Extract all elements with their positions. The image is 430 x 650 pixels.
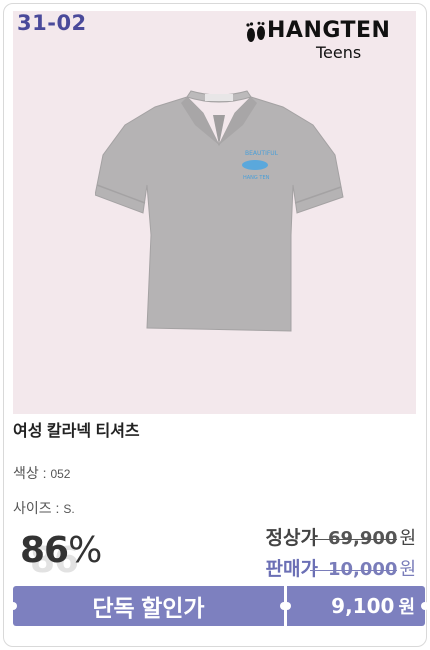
size-label: 사이즈 : <box>13 500 64 516</box>
brand-logo: HANGTEN Teens <box>245 18 415 66</box>
regular-price-value: 69,900 <box>309 528 398 549</box>
color-attribute: 색상 : 052 <box>13 463 70 483</box>
discount-number: 86 <box>20 530 69 571</box>
svg-text:BEAUTIFUL: BEAUTIFUL <box>245 150 279 157</box>
product-code: 31-02 <box>17 11 87 35</box>
discount-symbol: % <box>68 530 102 571</box>
svg-text:HANG TEN: HANG TEN <box>243 175 270 181</box>
sale-price-row: 판매가 10,000 원 <box>265 554 416 580</box>
footprints-logo-icon <box>246 21 265 42</box>
ticket-notch-left <box>9 602 17 610</box>
regular-price-currency: 원 <box>399 528 416 548</box>
discount-rate: 86 86% <box>20 530 140 586</box>
final-price-currency: 원 <box>398 597 415 617</box>
regular-price-label: 정상가 <box>265 528 318 549</box>
exclusive-label: 단독 할인가 <box>92 595 205 621</box>
discount-value: 86% <box>20 530 102 571</box>
size-value: S. <box>63 502 75 516</box>
exclusive-price-banner[interactable]: 단독 할인가 9,100 원 <box>9 586 429 626</box>
sale-price-label: 판매가 <box>265 559 318 580</box>
size-attribute: 사이즈 : S. <box>13 498 75 518</box>
exclusive-label-block[interactable]: 단독 할인가 <box>13 586 284 626</box>
final-price-value: 9,100 <box>331 594 395 618</box>
sale-price-currency: 원 <box>399 559 416 579</box>
product-name: 여성 칼라넥 티셔츠 <box>13 423 140 440</box>
final-price: 9,100 원 <box>331 586 415 626</box>
brand-subline: Teens <box>316 43 362 62</box>
polo-shirt-image: BEAUTIFUL HANG TEN <box>95 90 344 332</box>
brand-name: HANGTEN <box>267 18 391 43</box>
color-value: 052 <box>50 467 71 481</box>
sale-price-value: 10,000 <box>309 559 398 580</box>
ticket-notch-right <box>421 602 429 610</box>
ticket-notch-mid-right <box>283 602 291 610</box>
color-label: 색상 : <box>13 465 51 481</box>
final-price-block[interactable]: 9,100 원 <box>287 586 425 626</box>
regular-price-row: 정상가 69,900 원 <box>265 523 416 549</box>
